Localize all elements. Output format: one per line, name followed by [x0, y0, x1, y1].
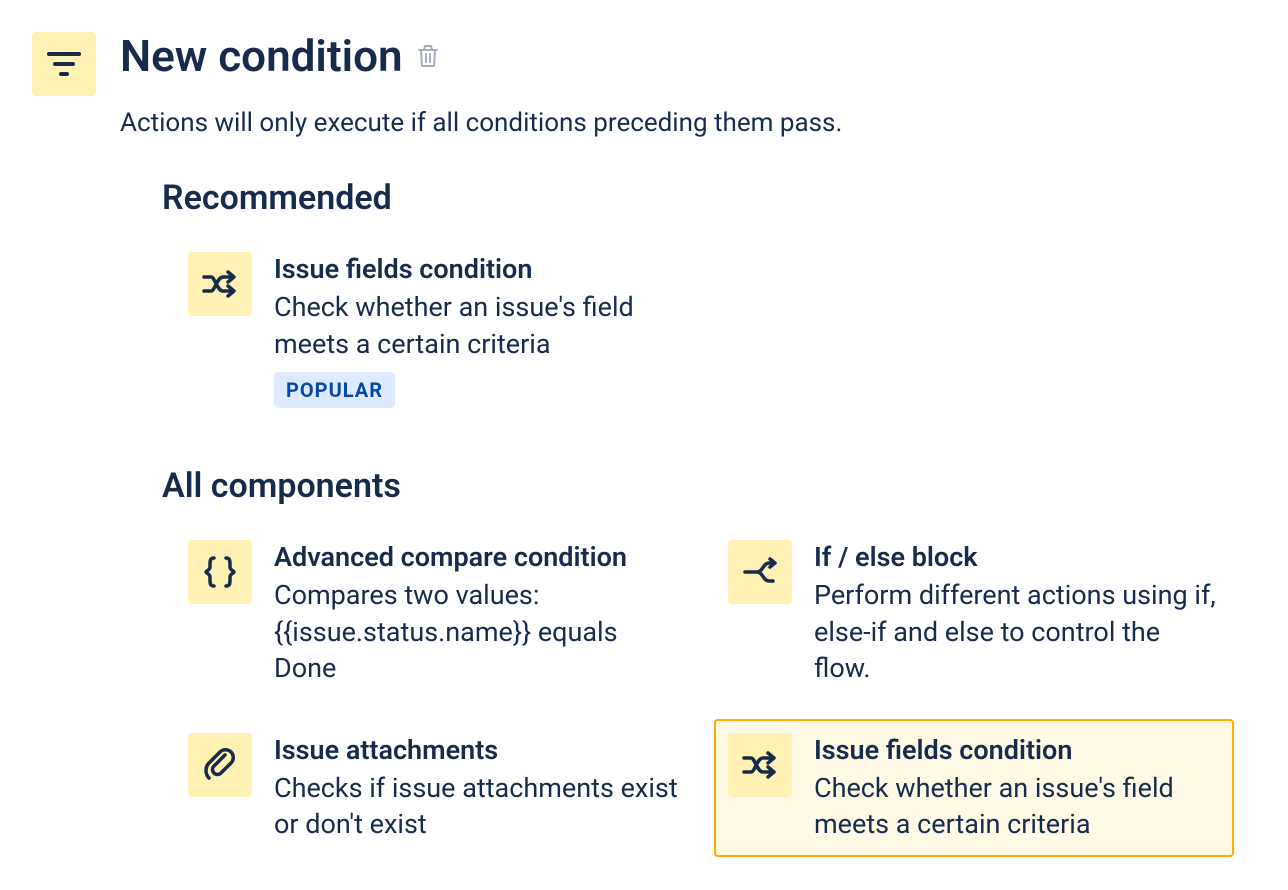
card-description: Check whether an issue's field meets a c…: [274, 289, 680, 362]
all-components-section: All components Advanced compare conditio…: [162, 466, 1256, 856]
attachment-icon: [188, 733, 252, 797]
card-description: Check whether an issue's field meets a c…: [814, 770, 1220, 843]
card-description: Compares two values: {{issue.status.name…: [274, 577, 680, 686]
recommended-heading: Recommended: [162, 178, 1256, 218]
branch-icon: [728, 540, 792, 604]
trash-icon: [417, 44, 439, 68]
card-issue-attachments[interactable]: Issue attachments Checks if issue attach…: [174, 719, 694, 857]
card-title: Issue fields condition: [814, 733, 1220, 768]
shuffle-icon: [728, 733, 792, 797]
popular-badge: POPULAR: [274, 372, 395, 408]
page-title: New condition: [120, 32, 403, 80]
card-advanced-compare-condition[interactable]: Advanced compare condition Compares two …: [174, 526, 694, 700]
card-issue-fields-condition-selected[interactable]: Issue fields condition Check whether an …: [714, 719, 1234, 857]
header-main: New condition Actions will only execute …: [120, 32, 1256, 138]
card-title: Issue attachments: [274, 733, 680, 768]
card-if-else-block[interactable]: If / else block Perform different action…: [714, 526, 1234, 700]
card-description: Checks if issue attachments exist or don…: [274, 770, 680, 843]
all-components-heading: All components: [162, 466, 1256, 506]
shuffle-icon: [188, 252, 252, 316]
delete-button[interactable]: [417, 44, 439, 68]
page-subtitle: Actions will only execute if all conditi…: [120, 108, 1256, 138]
card-title: Issue fields condition: [274, 252, 680, 287]
header: New condition Actions will only execute …: [32, 32, 1256, 138]
card-title: If / else block: [814, 540, 1220, 575]
filter-icon: [32, 32, 96, 96]
card-description: Perform different actions using if, else…: [814, 577, 1220, 686]
recommended-section: Recommended Issue fields condition Check…: [162, 178, 1256, 422]
card-title: Advanced compare condition: [274, 540, 680, 575]
card-issue-fields-condition[interactable]: Issue fields condition Check whether an …: [174, 238, 694, 422]
braces-icon: [188, 540, 252, 604]
